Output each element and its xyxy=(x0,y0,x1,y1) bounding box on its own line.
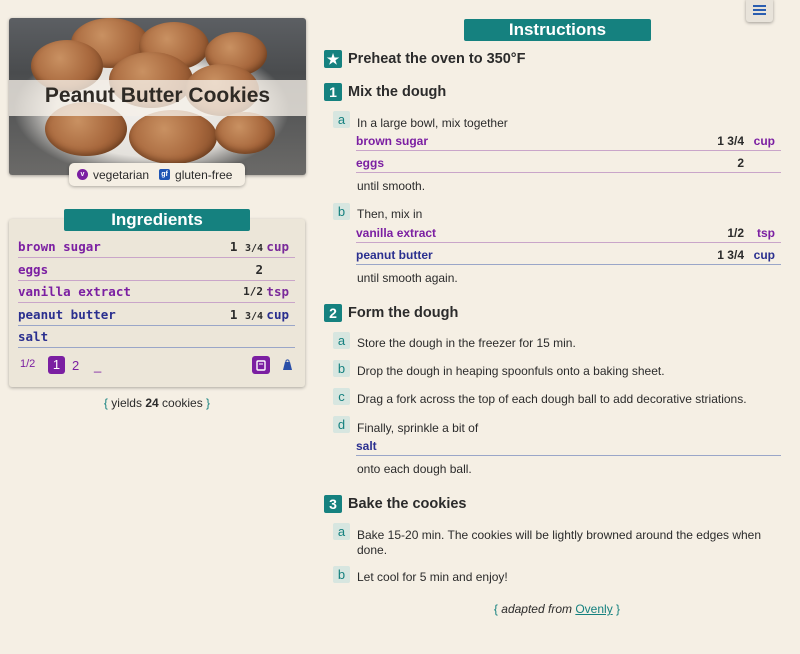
scale-controls: 1/2 1 2 _ xyxy=(20,356,296,378)
ingredient-unit: cup xyxy=(266,307,289,322)
tag-label: vegetarian xyxy=(93,167,150,182)
step-number: 3 xyxy=(324,495,342,513)
inline-ingredient[interactable]: eggs 2 xyxy=(356,153,781,173)
substep-text: Let cool for 5 min and enjoy! xyxy=(357,570,508,584)
ingredient-row[interactable]: eggs 2 xyxy=(18,259,295,281)
timer-icon[interactable] xyxy=(252,356,270,374)
substep-text: onto each dough ball. xyxy=(357,462,472,476)
inline-ingredient[interactable]: brown sugar 1 3/4 cup xyxy=(356,131,781,151)
vegetarian-icon: v xyxy=(77,169,88,180)
step-number: 1 xyxy=(324,83,342,101)
scale-2x-button[interactable]: 2 xyxy=(72,358,79,373)
ingredient-unit: cup xyxy=(266,239,289,254)
yields-count: 24 xyxy=(145,396,159,410)
ingredient-row[interactable]: salt xyxy=(18,326,295,348)
step-title: Bake the cookies xyxy=(348,496,467,512)
ingredients-heading: Ingredients xyxy=(64,209,250,231)
scale-1x-button[interactable]: 1 xyxy=(48,356,65,374)
tag-vegetarian: v vegetarian xyxy=(77,168,149,182)
ingredient-row[interactable]: peanut butter 1 3/4 cup xyxy=(18,304,295,326)
substep-text: Drag a fork across the top of each dough… xyxy=(357,392,747,406)
step-1: 1 Mix the dough xyxy=(324,83,446,101)
substep-text: Drop the dough in heaping spoonfuls onto… xyxy=(357,364,665,378)
substep-text: until smooth again. xyxy=(357,271,458,285)
ingredient-row[interactable]: brown sugar 1 3/4 cup xyxy=(18,236,295,258)
step-preheat: ★ Preheat the oven to 350°F xyxy=(324,50,525,68)
menu-button[interactable] xyxy=(746,0,773,22)
star-icon: ★ xyxy=(324,50,342,68)
step-2: 2 Form the dough xyxy=(324,304,458,322)
ingredient-row[interactable]: vanilla extract 1/2 tsp xyxy=(18,281,295,303)
scale-custom-button[interactable]: _ xyxy=(94,358,101,373)
ingredient-name: eggs xyxy=(18,262,49,277)
ingredient-name: peanut butter xyxy=(18,307,116,322)
ingredient-name: vanilla extract xyxy=(18,284,131,299)
ingredient-qty: 1 3/4 xyxy=(229,239,263,254)
recipe-title: Peanut Butter Cookies xyxy=(44,84,271,107)
recipe-photo: Peanut Butter Cookies xyxy=(9,18,306,175)
gluten-free-icon: gf xyxy=(159,169,171,180)
ingredient-name: brown sugar xyxy=(18,239,101,254)
substep-letter: a xyxy=(333,332,350,349)
ingredient-unit: tsp xyxy=(266,284,289,299)
substep-text: In a large bowl, mix together xyxy=(357,116,508,130)
instructions-heading: Instructions xyxy=(464,19,651,41)
substep-text: Then, mix in xyxy=(357,207,423,221)
substep-text: Store the dough in the freezer for 15 mi… xyxy=(357,336,576,350)
ingredient-qty: 1/2 xyxy=(243,285,263,298)
substep-text: Bake 15-20 min. The cookies will be ligh… xyxy=(357,528,762,557)
source-link[interactable]: Ovenly xyxy=(575,602,612,616)
yields-note: { yields 24 cookies } xyxy=(103,396,211,410)
diet-tags: v vegetarian gf gluten-free xyxy=(69,163,245,186)
step-title: Preheat the oven to 350°F xyxy=(348,51,526,67)
substep-letter: c xyxy=(333,388,350,405)
substep-letter: a xyxy=(333,111,350,128)
substep-letter: a xyxy=(333,523,350,540)
inline-ingredient[interactable]: vanilla extract 1/2 tsp xyxy=(356,223,781,243)
step-3: 3 Bake the cookies xyxy=(324,495,466,513)
substep-letter: b xyxy=(333,360,350,377)
scale-half-button[interactable]: 1/2 xyxy=(20,358,35,370)
ingredient-qty: 2 xyxy=(255,262,263,277)
inline-ingredient[interactable]: peanut butter 1 3/4 cup xyxy=(356,245,781,265)
substep-letter: d xyxy=(333,416,350,433)
step-title: Form the dough xyxy=(348,305,459,321)
substep-letter: b xyxy=(333,203,350,220)
weight-icon[interactable] xyxy=(278,356,296,374)
substep-letter: b xyxy=(333,566,350,583)
substep-text: until smooth. xyxy=(357,179,426,193)
substep-text: Finally, sprinkle a bit of xyxy=(357,421,479,435)
recipe-credit: { adapted from Ovenly } xyxy=(493,602,621,616)
tag-label: gluten-free xyxy=(175,167,233,182)
ingredient-qty: 1 3/4 xyxy=(229,307,263,322)
step-title: Mix the dough xyxy=(348,84,447,100)
ingredient-name: salt xyxy=(18,329,49,344)
step-number: 2 xyxy=(324,304,342,322)
tag-gluten-free: gf gluten-free xyxy=(159,168,232,182)
inline-ingredient[interactable]: salt xyxy=(356,436,781,456)
